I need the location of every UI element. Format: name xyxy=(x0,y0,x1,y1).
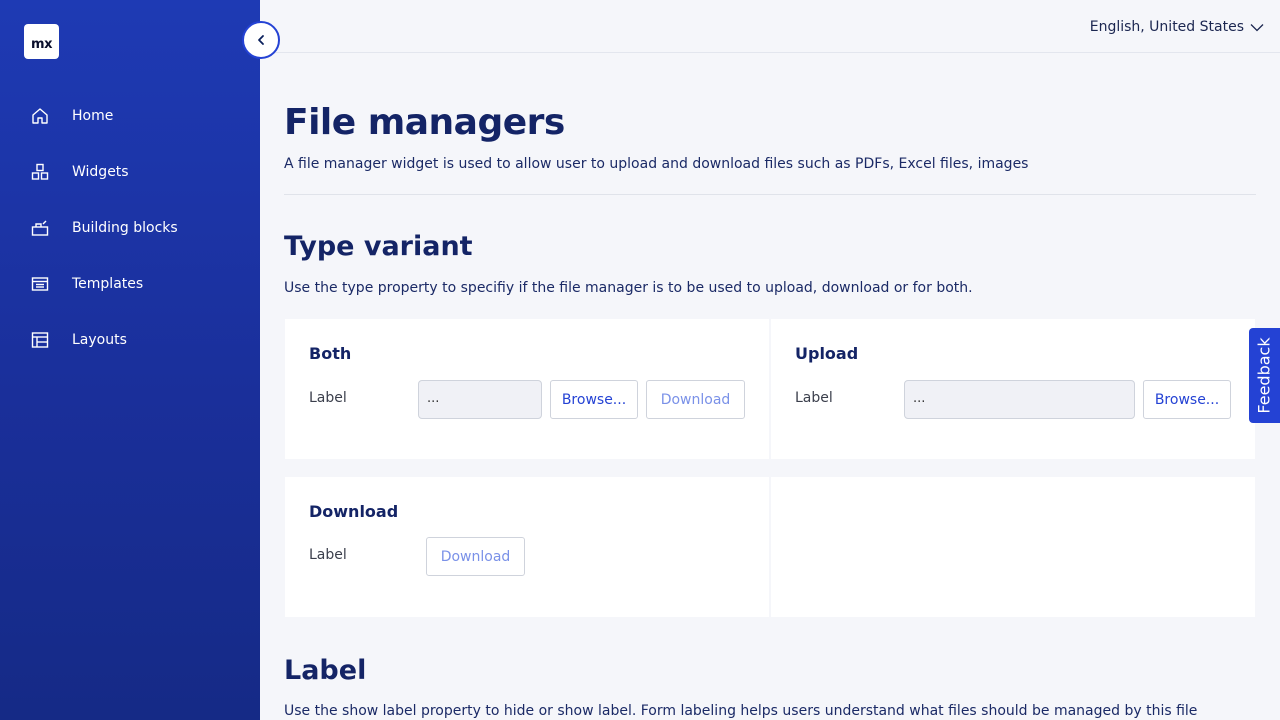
section-description-label: Use the show label property to hide or s… xyxy=(284,703,1198,719)
card-title: Both xyxy=(309,344,352,363)
card-empty xyxy=(771,477,1255,617)
top-bar: English, United States xyxy=(260,0,1280,53)
sidebar-nav: Home Widgets Building blocks Templates L… xyxy=(0,88,260,368)
collapse-sidebar-button[interactable] xyxy=(242,21,280,59)
browse-button[interactable]: Browse... xyxy=(550,380,638,419)
sidebar-item-layouts[interactable]: Layouts xyxy=(0,312,260,368)
section-title-label: Label xyxy=(284,655,367,686)
file-input[interactable]: ... xyxy=(904,380,1135,419)
language-selector[interactable]: English, United States xyxy=(1090,17,1264,36)
download-button[interactable]: Download xyxy=(426,537,525,576)
download-button[interactable]: Download xyxy=(646,380,745,419)
layouts-icon xyxy=(31,331,49,349)
file-input[interactable]: ... xyxy=(418,380,542,419)
card-both: Both Label ... Browse... Download xyxy=(285,319,769,459)
chevron-down-icon xyxy=(1250,17,1264,36)
sidebar-item-label: Templates xyxy=(72,276,144,292)
templates-icon xyxy=(31,275,49,293)
app-logo[interactable]: mx xyxy=(24,24,59,59)
sidebar-item-label: Building blocks xyxy=(72,220,178,236)
sidebar: mx Home Widgets Building blocks Template… xyxy=(0,0,260,720)
section-title-type-variant: Type variant xyxy=(284,231,473,262)
home-icon xyxy=(31,107,49,125)
card-title: Upload xyxy=(795,344,859,363)
divider xyxy=(284,194,1256,195)
logo-text: mx xyxy=(31,37,52,52)
sidebar-item-label: Widgets xyxy=(72,164,129,180)
feedback-label: Feedback xyxy=(1255,337,1275,414)
sidebar-item-widgets[interactable]: Widgets xyxy=(0,144,260,200)
sidebar-item-building-blocks[interactable]: Building blocks xyxy=(0,200,260,256)
sidebar-item-home[interactable]: Home xyxy=(0,88,260,144)
field-label: Label xyxy=(309,390,347,406)
page-description: A file manager widget is used to allow u… xyxy=(284,156,1029,172)
language-label: English, United States xyxy=(1089,18,1244,35)
field-label: Label xyxy=(795,390,833,406)
feedback-tab[interactable]: Feedback xyxy=(1249,328,1280,423)
sidebar-item-label: Layouts xyxy=(72,332,127,348)
sidebar-item-label: Home xyxy=(72,108,114,124)
card-download: Download Label Download xyxy=(285,477,769,617)
section-description-type-variant: Use the type property to specifiy if the… xyxy=(284,280,973,296)
widgets-icon xyxy=(31,163,49,181)
building-blocks-icon xyxy=(31,219,49,237)
field-label: Label xyxy=(309,547,347,563)
browse-button[interactable]: Browse... xyxy=(1143,380,1231,419)
chevron-left-icon xyxy=(256,31,266,50)
page-title: File managers xyxy=(284,102,565,143)
card-title: Download xyxy=(309,502,399,521)
card-upload: Upload Label ... Browse... xyxy=(771,319,1255,459)
sidebar-item-templates[interactable]: Templates xyxy=(0,256,260,312)
